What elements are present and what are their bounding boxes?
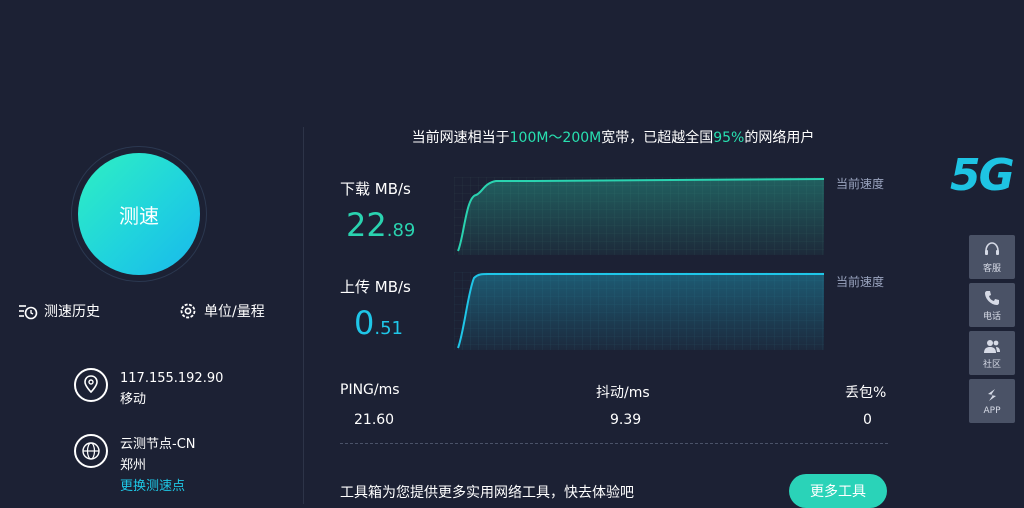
isp-name: 移动 [120, 392, 147, 407]
download-area [458, 179, 824, 255]
start-speedtest-button[interactable]: 测速 [78, 153, 200, 275]
unit-range-link[interactable]: 单位/量程 [178, 301, 265, 321]
5g-logo: 5G [950, 150, 1015, 201]
upload-label: 上传 MB/s [340, 278, 411, 296]
community-button[interactable]: 社区 [969, 331, 1015, 375]
download-label: 下载 MB/s [340, 180, 411, 198]
ip-info: 117.155.192.90 移动 [74, 368, 223, 410]
download-value: 22.89 [346, 208, 415, 248]
packet-loss-value: 0 [863, 412, 872, 428]
speedtest-history-link[interactable]: 测速历史 [18, 301, 100, 321]
ping-value: 21.60 [354, 412, 395, 428]
stats-divider [340, 443, 888, 444]
toolbox-promo-text: 工具箱为您提供更多实用网络工具，快去体验吧 [340, 485, 634, 501]
gear-icon [180, 303, 196, 319]
upload-value: 0.51 [354, 306, 403, 346]
start-speedtest-label: 测速 [119, 203, 159, 228]
upload-current-label: 当前速度 [836, 275, 885, 289]
phone-icon [985, 290, 999, 305]
summary-percent: 95% [713, 130, 745, 146]
ping-label: PING/ms [340, 382, 400, 398]
unit-range-label: 单位/量程 [204, 304, 265, 320]
column-divider [303, 127, 304, 504]
globe-icon [74, 434, 108, 468]
app-download-button[interactable]: APP [969, 379, 1015, 423]
more-tools-label: 更多工具 [810, 484, 866, 500]
download-chart [454, 177, 824, 255]
jitter-value: 9.39 [610, 412, 642, 428]
download-current-label: 当前速度 [836, 177, 885, 191]
location-pin-icon [74, 368, 108, 402]
summary-prefix: 当前网速相当于 [411, 130, 510, 146]
packet-loss-label: 丢包% [845, 385, 887, 401]
summary-suffix: 的网络用户 [744, 130, 815, 146]
summary-bandwidth: 100M～200M [509, 130, 602, 146]
app-logo-icon [988, 389, 996, 401]
ip-address: 117.155.192.90 [120, 371, 224, 386]
download-value-int: 22 [346, 206, 387, 244]
summary-middle: 宽带，已超越全国 [601, 130, 714, 146]
community-label: 社区 [982, 359, 1001, 370]
switch-node-link[interactable]: 更换测速点 [120, 476, 196, 497]
phone-button[interactable]: 电话 [969, 283, 1015, 327]
phone-label: 电话 [982, 311, 1001, 322]
node-city: 郑州 [120, 458, 147, 473]
history-label: 测速历史 [44, 304, 100, 320]
upload-value-dec: .51 [374, 318, 403, 339]
speed-summary: 当前网速相当于100M～200M宽带，已超越全国95%的网络用户 [340, 127, 886, 147]
community-icon [984, 339, 1000, 353]
node-name: 云测节点-CN [120, 437, 196, 452]
upload-area [458, 274, 824, 350]
customer-service-label: 客服 [982, 263, 1001, 274]
upload-value-int: 0 [354, 304, 375, 342]
jitter-label: 抖动/ms [596, 385, 650, 401]
node-info: 云测节点-CN 郑州 更换测速点 [74, 434, 196, 497]
history-icon [19, 305, 38, 320]
headset-icon [985, 241, 999, 255]
more-tools-button[interactable]: 更多工具 [789, 474, 887, 508]
download-value-dec: .89 [386, 220, 416, 241]
upload-chart [454, 272, 824, 350]
app-label: APP [983, 406, 1001, 416]
customer-service-button[interactable]: 客服 [969, 235, 1015, 279]
